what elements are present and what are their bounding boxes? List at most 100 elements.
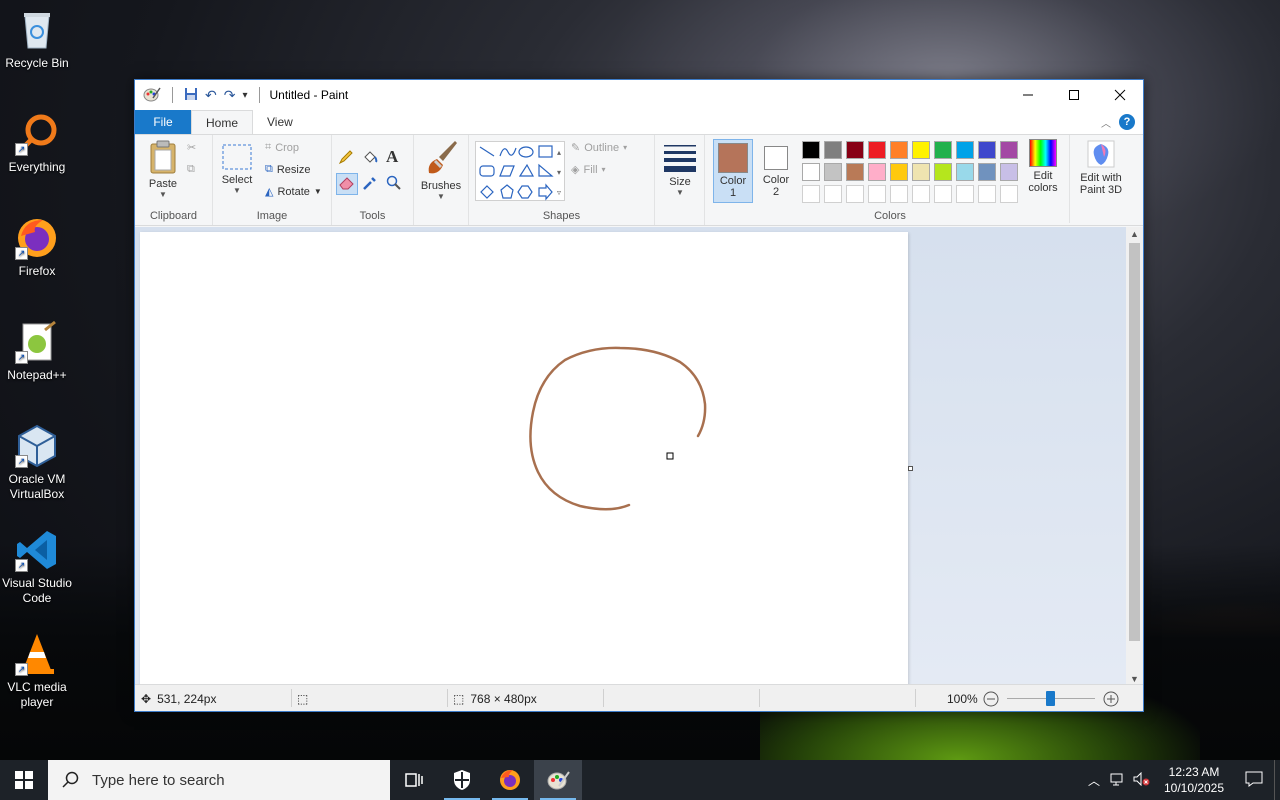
minimize-button[interactable] [1005,80,1051,110]
palette-swatch[interactable] [846,185,864,203]
clock[interactable]: 12:23 AM 10/10/2025 [1154,764,1234,796]
edit-colors-button[interactable]: Edit colors [1023,139,1063,194]
size-button[interactable]: Size ▼ [661,143,699,197]
redo-icon[interactable]: ↷ [224,87,236,104]
palette-swatch[interactable] [890,141,908,159]
canvas-resize-handle[interactable] [908,466,913,471]
paint-window: ↶ ↷ ▾ Untitled - Paint File Home View ︿ … [134,79,1144,712]
palette-swatch[interactable] [978,163,996,181]
desktop-icon-firefox[interactable]: ↗ Firefox [0,216,74,279]
desktop-icon-everything[interactable]: ↗ Everything [0,112,74,175]
fill-tool[interactable] [362,149,378,168]
palette-swatch[interactable] [956,141,974,159]
customize-qat-icon[interactable]: ▾ [242,90,247,101]
undo-icon[interactable]: ↶ [205,87,217,104]
tab-file[interactable]: File [135,110,191,134]
cut-icon[interactable]: ✂ [187,141,196,154]
zoom-in-button[interactable] [1103,685,1119,712]
palette-swatch[interactable] [824,185,842,203]
palette-swatch[interactable] [978,141,996,159]
desktop-icon-vscode[interactable]: ↗ Visual Studio Code [0,528,74,606]
outline-button[interactable]: ✎ Outline ▾ [571,141,627,155]
palette-swatch[interactable] [978,185,996,203]
select-button[interactable]: Select ▼ [219,143,255,195]
shapes-scroll-controls[interactable]: ▴ ▾ ▿ [557,143,561,203]
taskbar-search-box[interactable]: Type here to search [48,760,390,800]
palette-swatch[interactable] [1000,163,1018,181]
palette-swatch[interactable] [802,163,820,181]
taskbar-paint[interactable] [534,760,582,800]
palette-swatch[interactable] [956,185,974,203]
color2-button[interactable]: Color 2 [757,139,795,198]
zoom-out-button[interactable] [983,685,999,712]
palette-swatch[interactable] [868,185,886,203]
scroll-up-icon[interactable]: ▲ [1130,229,1139,239]
crop-button[interactable]: ⌗ Crop [265,141,299,154]
desktop-icon-vlc[interactable]: ↗ VLC media player [0,632,74,710]
scroll-down-icon[interactable]: ▼ [1130,674,1139,684]
maximize-button[interactable] [1051,80,1097,110]
notifications-icon[interactable] [1234,771,1274,790]
palette-swatch[interactable] [1000,185,1018,203]
palette-swatch[interactable] [934,185,952,203]
palette-swatch[interactable] [890,185,908,203]
canvas-workspace[interactable] [135,227,1128,686]
eraser-tool[interactable] [336,173,358,195]
start-button[interactable] [0,760,48,800]
palette-swatch[interactable] [934,163,952,181]
palette-swatch[interactable] [824,141,842,159]
palette-swatch[interactable] [912,163,930,181]
vertical-scrollbar[interactable]: ▲ ▼ [1126,227,1143,686]
desktop-icon-virtualbox[interactable]: ↗ Oracle VM VirtualBox [0,424,74,502]
color-picker-tool[interactable] [362,175,378,194]
palette-swatch[interactable] [846,141,864,159]
title-bar[interactable]: ↶ ↷ ▾ Untitled - Paint [135,80,1143,110]
tab-home[interactable]: Home [191,110,254,134]
taskbar-security-app[interactable] [438,760,486,800]
shapes-gallery[interactable] [475,141,565,201]
magnifier-tool[interactable] [386,175,402,194]
palette-swatch[interactable] [956,163,974,181]
palette-swatch[interactable] [890,163,908,181]
help-icon[interactable]: ? [1119,114,1135,130]
rotate-button[interactable]: ◭ Rotate ▼ [265,185,322,199]
color1-label: Color [719,175,747,187]
collapse-ribbon-icon[interactable]: ︿ [1101,115,1111,130]
tab-view[interactable]: View [253,110,307,134]
pencil-tool[interactable] [338,149,354,168]
edit-with-paint3d-button[interactable]: Edit with Paint 3D [1073,139,1129,196]
drawing-canvas[interactable] [140,232,908,686]
network-icon[interactable] [1106,772,1130,789]
palette-swatch[interactable] [802,185,820,203]
group-size: Size ▼ [655,135,705,225]
fill-button[interactable]: ◈ Fill ▾ [571,163,606,177]
scrollbar-thumb[interactable] [1129,243,1140,641]
palette-swatch[interactable] [868,141,886,159]
paint-app-icon[interactable] [143,86,161,105]
show-desktop-button[interactable] [1274,760,1280,800]
volume-muted-icon[interactable] [1130,771,1154,789]
copy-icon[interactable]: ⧉ [187,163,195,176]
palette-swatch[interactable] [934,141,952,159]
palette-swatch[interactable] [802,141,820,159]
save-icon[interactable] [184,87,198,104]
taskbar-firefox[interactable] [486,760,534,800]
desktop-icon-recycle-bin[interactable]: Recycle Bin [0,8,74,71]
palette-swatch[interactable] [846,163,864,181]
paste-button[interactable]: Paste ▼ [143,139,183,199]
palette-swatch[interactable] [868,163,886,181]
palette-swatch[interactable] [824,163,842,181]
color1-button[interactable]: Color 1 [713,139,753,203]
brushes-button[interactable]: Brushes ▼ [419,139,463,201]
palette-swatch[interactable] [912,141,930,159]
zoom-slider-thumb[interactable] [1046,691,1055,706]
text-tool-icon[interactable]: A [386,147,398,167]
close-button[interactable] [1097,80,1143,110]
show-hidden-icons-chevron[interactable]: ︿ [1082,772,1106,789]
palette-swatch[interactable] [1000,141,1018,159]
desktop-icon-notepadpp[interactable]: ↗ Notepad++ [0,320,74,383]
resize-button[interactable]: ⧉ Resize [265,163,310,176]
task-view-button[interactable] [390,760,438,800]
palette-swatch[interactable] [912,185,930,203]
group-label-colors: Colors [874,210,906,222]
